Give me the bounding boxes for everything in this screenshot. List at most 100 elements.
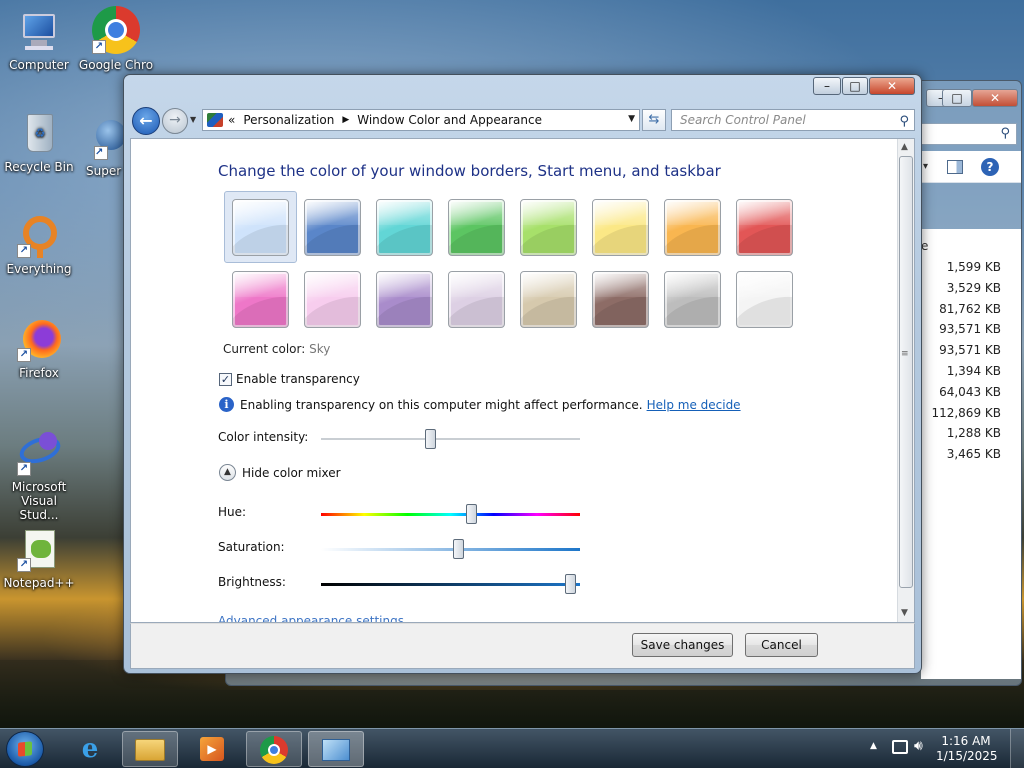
color-swatch-taupe[interactable] — [520, 271, 577, 328]
color-swatch-ruby[interactable] — [736, 199, 793, 256]
system-clock[interactable]: 1:16 AM 1/15/2025 — [936, 734, 998, 764]
show-hidden-icons-button[interactable]: ▲ — [870, 741, 877, 751]
close-button[interactable]: ✕ — [869, 77, 915, 95]
color-swatch-twilight[interactable] — [304, 199, 361, 256]
bg-toolbar: ▾ ? — [921, 155, 1021, 183]
chevron-up-icon[interactable]: ▲ — [219, 464, 236, 481]
color-swatch-blush[interactable] — [304, 271, 361, 328]
checkmark-icon[interactable]: ✓ — [219, 372, 232, 386]
hide-color-mixer-toggle[interactable]: ▲ Hide color mixer — [219, 464, 341, 481]
chrome-icon — [260, 736, 288, 764]
show-desktop-button[interactable] — [1010, 729, 1024, 768]
firefox-icon: ↗ — [17, 318, 61, 362]
maximize-button[interactable]: □ — [842, 77, 868, 95]
info-text: Enabling transparency on this computer m… — [240, 397, 643, 412]
start-button[interactable] — [6, 731, 44, 767]
desktop-icon-recycle-bin[interactable]: ♻ Recycle Bin — [1, 112, 77, 174]
window-color-appearance[interactable]: – □ ✕ ← → ▼ « Personalization ▶ Window C… — [123, 74, 922, 674]
search-input[interactable]: Search Control Panel ⚲ — [671, 109, 915, 131]
chevron-right-icon[interactable]: ▶ — [342, 115, 349, 125]
desktop-icon-chrome[interactable]: ↗ Google Chro — [78, 6, 154, 72]
grip-icon: ≡ — [901, 349, 909, 359]
taskbar-media-player[interactable]: ▶ — [184, 731, 240, 767]
help-me-decide-link[interactable]: Help me decide — [647, 398, 741, 412]
file-size-cell: 3,529 KB — [946, 280, 1001, 295]
brightness-slider[interactable] — [564, 574, 576, 594]
refresh-icon: ⇆ — [648, 112, 660, 127]
desktop-icon-label: Microsoft Visual Stud... — [11, 480, 67, 522]
forward-button[interactable]: → — [162, 108, 188, 134]
desktop-icon-super[interactable]: ↗ Super — [80, 116, 124, 178]
color-swatch-sea[interactable] — [376, 199, 433, 256]
shortcut-arrow-icon: ↗ — [17, 348, 31, 362]
preview-pane-icon[interactable] — [947, 160, 963, 174]
color-intensity-slider[interactable] — [424, 429, 436, 449]
visual-studio-icon: ↗ — [16, 432, 64, 476]
bg-close-button[interactable]: ✕ — [972, 89, 1018, 107]
file-size-cell: 3,465 KB — [946, 447, 1001, 462]
bg-size-column: 1,599 KB 3,529 KB 81,762 KB 93,571 KB 93,571… — [921, 257, 1021, 465]
hue-slider[interactable] — [466, 504, 478, 524]
taskbar-file-explorer[interactable] — [122, 731, 178, 767]
desktop-icon-everything[interactable]: ↗ Everything — [1, 214, 77, 276]
recent-pages-dropdown[interactable]: ▼ — [190, 115, 196, 124]
breadcrumb-overflow[interactable]: « — [228, 113, 235, 127]
desktop-icon-computer[interactable]: Computer — [1, 10, 77, 72]
color-swatch-chocolate[interactable] — [592, 271, 649, 328]
brightness-track[interactable] — [321, 583, 580, 586]
desktop-icon-visual-studio[interactable]: ↗ Microsoft Visual Stud... — [1, 432, 77, 522]
breadcrumb-personalization[interactable]: Personalization — [243, 113, 334, 127]
desktop-icon-label: Super — [86, 164, 122, 178]
info-icon: i — [219, 397, 234, 412]
color-intensity-track[interactable] — [321, 438, 580, 440]
desktop-icon-label: Computer — [9, 58, 69, 72]
desktop-icon-label: Everything — [6, 262, 72, 276]
bg-search-input[interactable]: ⚲ — [921, 123, 1017, 145]
desktop-icon-label: Recycle Bin — [4, 160, 74, 174]
color-swatch-frost[interactable] — [736, 271, 793, 328]
color-swatch-sun[interactable] — [592, 199, 649, 256]
bg-maximize-button[interactable]: □ — [942, 89, 972, 107]
notepadpp-icon: ↗ — [17, 528, 61, 572]
address-bar[interactable]: « Personalization ▶ Window Color and App… — [202, 109, 640, 131]
taskbar-internet-explorer[interactable]: e — [62, 731, 118, 767]
vertical-scrollbar[interactable]: ▲ ≡ ▼ — [897, 139, 914, 622]
scroll-up-icon[interactable]: ▲ — [901, 142, 908, 152]
arrow-left-icon: ← — [139, 111, 153, 130]
chevron-down-icon[interactable]: ▾ — [923, 161, 928, 172]
save-changes-button[interactable]: Save changes — [632, 633, 733, 657]
advanced-appearance-link[interactable]: Advanced appearance settings... — [218, 614, 415, 622]
color-swatch-lavender[interactable] — [448, 271, 505, 328]
file-size-cell: 64,043 KB — [939, 384, 1001, 399]
minimize-button[interactable]: – — [813, 77, 841, 95]
volume-icon[interactable]: 🔊︎ — [914, 738, 923, 754]
file-size-cell: 93,571 KB — [939, 322, 1001, 337]
breadcrumb-window-color[interactable]: Window Color and Appearance — [357, 113, 542, 127]
taskbar-control-panel[interactable] — [308, 731, 364, 767]
enable-transparency-checkbox[interactable]: ✓ Enable transparency — [219, 372, 360, 386]
taskbar-chrome[interactable] — [246, 731, 302, 767]
arrow-right-icon: → — [169, 112, 181, 128]
color-swatch-violet[interactable] — [376, 271, 433, 328]
color-swatch-slate[interactable] — [664, 271, 721, 328]
chevron-down-icon[interactable]: ▼ — [628, 114, 635, 124]
cancel-button[interactable]: Cancel — [745, 633, 818, 657]
saturation-slider[interactable] — [453, 539, 465, 559]
hue-track[interactable] — [321, 513, 580, 516]
color-swatch-fuchsia[interactable] — [232, 271, 289, 328]
saturation-track[interactable] — [321, 548, 580, 551]
computer-icon — [17, 10, 61, 54]
color-swatch-lime[interactable] — [520, 199, 577, 256]
help-icon[interactable]: ? — [981, 158, 999, 176]
saturation-label: Saturation: — [218, 540, 285, 554]
network-icon[interactable] — [892, 740, 908, 754]
back-button[interactable]: ← — [132, 107, 160, 135]
scroll-down-icon[interactable]: ▼ — [901, 608, 908, 618]
desktop-icon-notepadpp[interactable]: ↗ Notepad++ — [1, 528, 77, 590]
color-swatch-sky[interactable] — [232, 199, 289, 256]
scroll-thumb[interactable] — [899, 156, 913, 588]
desktop-icon-firefox[interactable]: ↗ Firefox — [1, 318, 77, 380]
color-swatch-leaf[interactable] — [448, 199, 505, 256]
refresh-button[interactable]: ⇆ — [642, 109, 666, 131]
color-swatch-pumpkin[interactable] — [664, 199, 721, 256]
